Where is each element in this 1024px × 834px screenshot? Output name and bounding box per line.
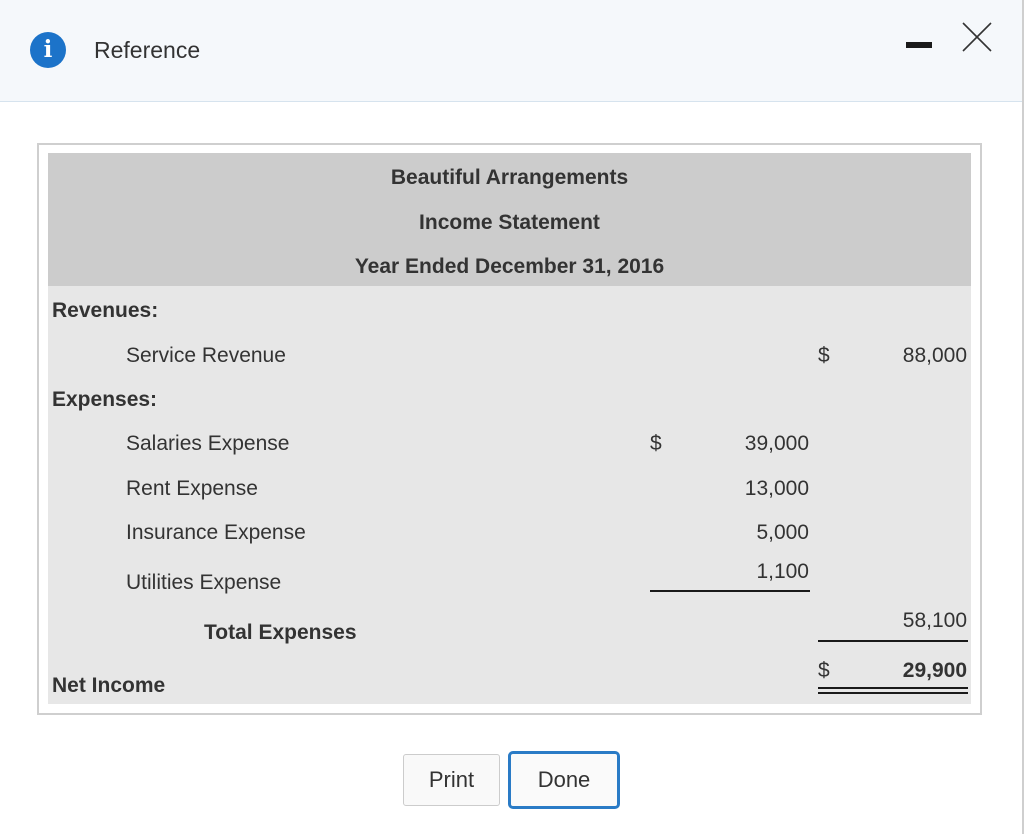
done-button[interactable]: Done: [508, 751, 620, 809]
net-income-double-underline-bottom: [818, 692, 968, 694]
expense-item-currency: $: [650, 432, 662, 455]
close-icon: [962, 22, 992, 52]
expense-item-label: Utilities Expense: [126, 571, 282, 594]
minimize-button[interactable]: [906, 32, 932, 58]
net-income-double-underline-top: [818, 687, 968, 689]
statement-period: Year Ended December 31, 2016: [354, 255, 665, 278]
company-name: Beautiful Arrangements: [390, 166, 629, 189]
total-expenses-amount: 58,100: [902, 609, 967, 632]
expense-item-label: Rent Expense: [126, 477, 258, 500]
dialog-title: Reference: [94, 37, 201, 63]
expense-item-amount: 1,100: [756, 560, 809, 583]
expense-item-amount: 39,000: [744, 432, 809, 455]
revenue-item-currency: $: [818, 344, 830, 367]
dialog-header: i Reference: [0, 0, 1022, 102]
info-icon: i: [30, 32, 66, 68]
revenue-item-amount: 88,000: [902, 344, 967, 367]
subtotal-underline: [650, 590, 810, 592]
net-income-currency: $: [818, 659, 830, 682]
expense-item-amount: 5,000: [756, 521, 809, 544]
net-income-amount: 29,900: [902, 659, 967, 682]
net-income-label: Net Income: [52, 674, 166, 697]
close-button[interactable]: [960, 20, 994, 54]
statement-name: Income Statement: [419, 211, 600, 234]
revenue-item-label: Service Revenue: [126, 344, 286, 367]
total-expenses-label: Total Expenses: [204, 621, 357, 644]
minimize-icon: [906, 42, 932, 48]
expense-item-amount: 13,000: [744, 477, 809, 500]
expense-item-label: Insurance Expense: [126, 521, 306, 544]
expenses-heading: Expenses:: [52, 388, 158, 411]
revenues-heading: Revenues:: [52, 299, 159, 322]
print-button[interactable]: Print: [403, 754, 500, 806]
expense-item-label: Salaries Expense: [126, 432, 290, 455]
total-underline: [818, 640, 968, 642]
